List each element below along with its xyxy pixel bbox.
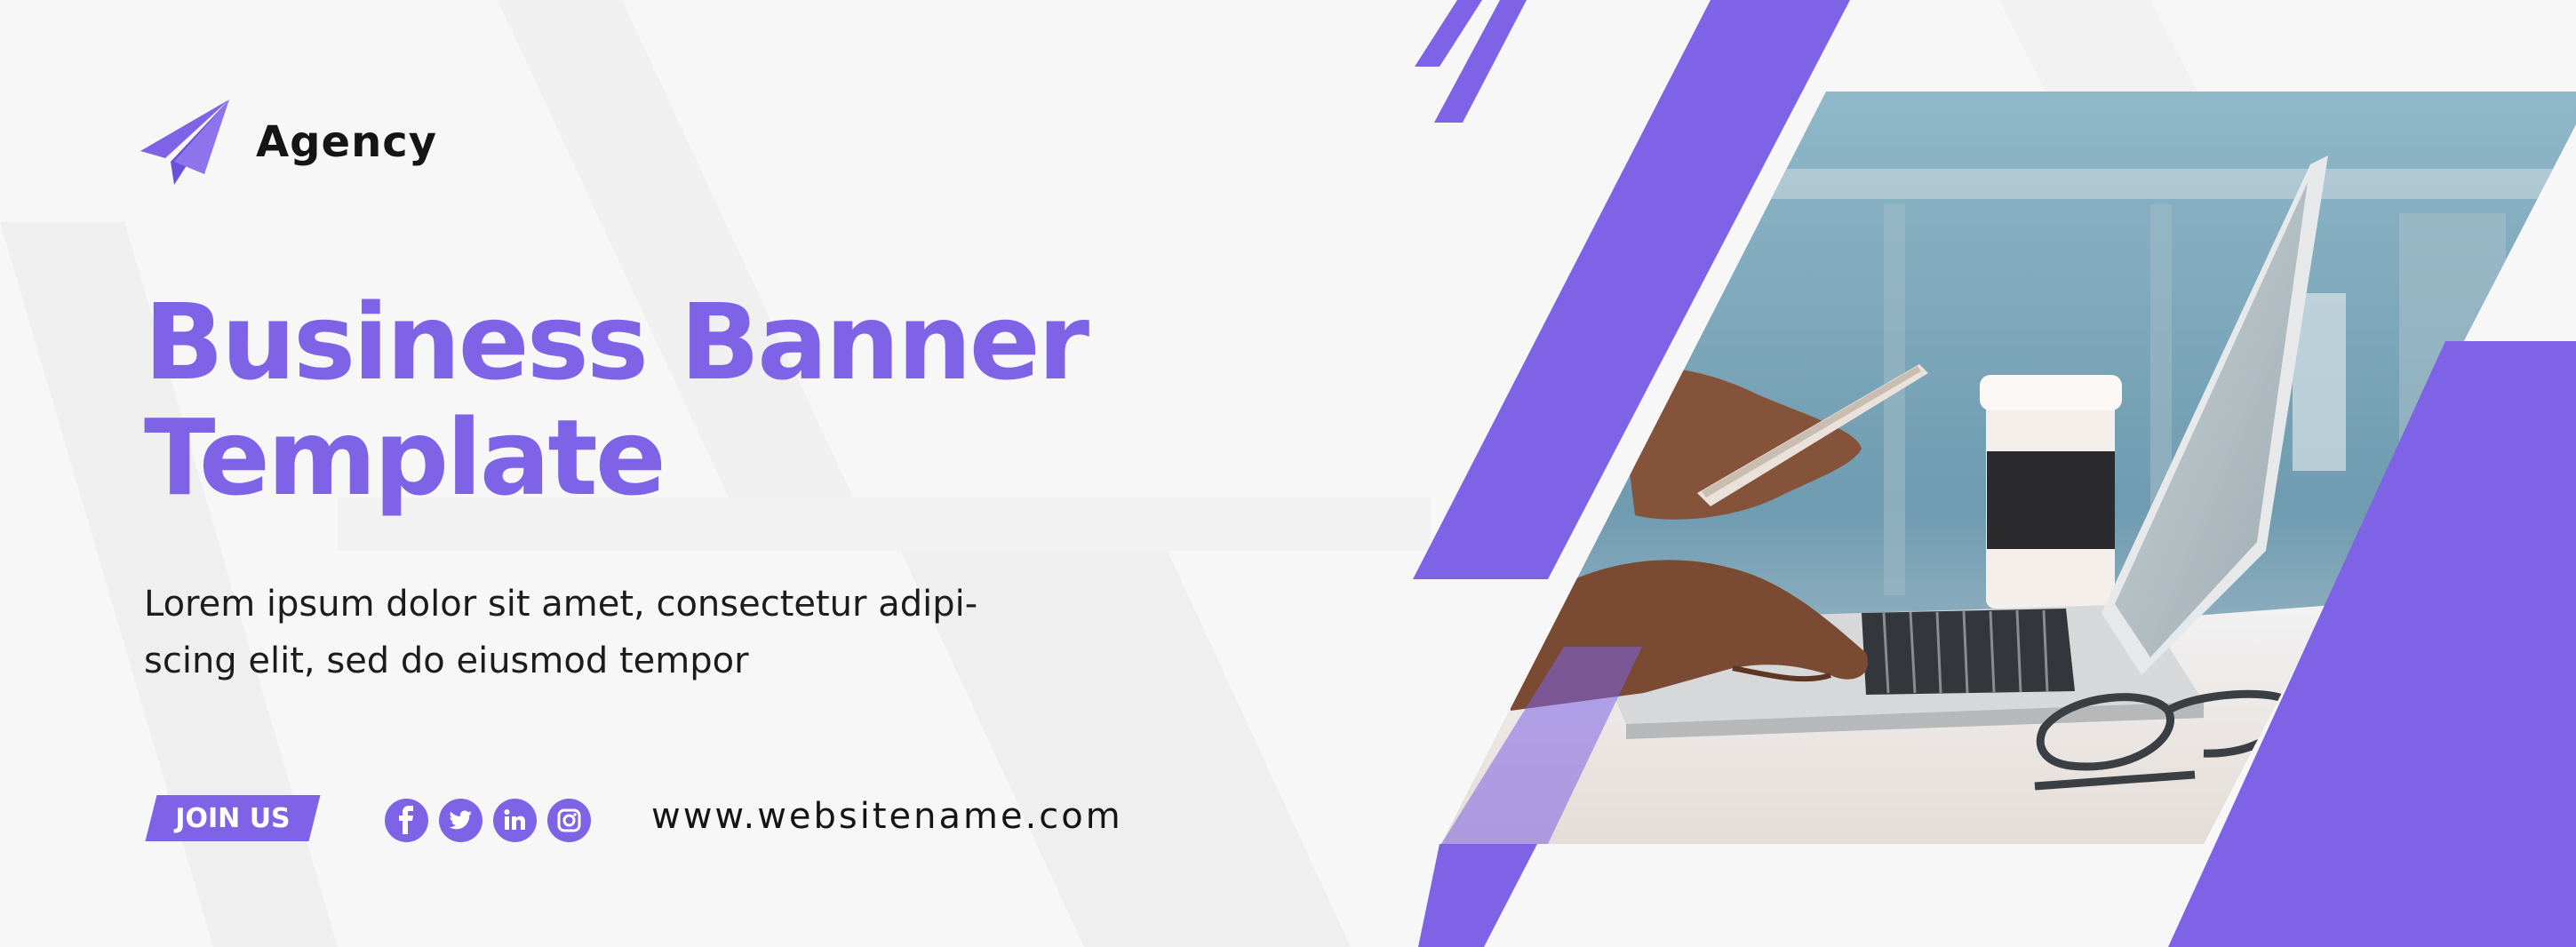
photo-composition: [1413, 0, 2576, 947]
banner: Agency Business Banner Template Lorem ip…: [0, 0, 2576, 947]
purple-accent-bottom: [1418, 844, 1537, 947]
